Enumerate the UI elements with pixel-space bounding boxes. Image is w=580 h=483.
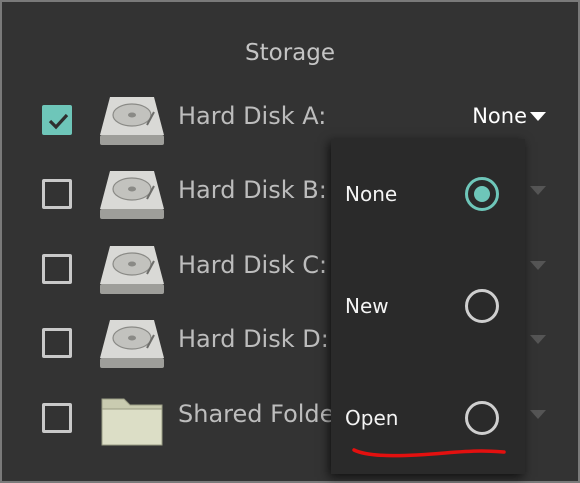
hard-disk-c-label: Hard Disk C: — [178, 251, 328, 279]
dropdown-menu: None New Open — [331, 139, 525, 474]
hard-disk-icon — [100, 171, 164, 219]
hard-disk-d-checkbox[interactable] — [42, 328, 72, 358]
folder-icon — [101, 398, 163, 446]
hard-disk-icon — [100, 246, 164, 294]
menu-option-new[interactable]: New — [331, 278, 525, 338]
dropdown-arrow-icon[interactable] — [530, 112, 546, 121]
hard-disk-icon — [100, 320, 164, 368]
option-label: None — [345, 182, 398, 206]
radio-unselected-icon[interactable] — [465, 401, 499, 435]
menu-option-none[interactable]: None — [331, 166, 525, 226]
hard-disk-b-checkbox[interactable] — [42, 179, 72, 209]
hard-disk-d-label: Hard Disk D: — [178, 325, 329, 353]
option-label: Open — [345, 406, 399, 430]
annotation-underline — [352, 448, 506, 458]
shared-folder-checkbox[interactable] — [42, 403, 72, 433]
hard-disk-c-checkbox[interactable] — [42, 254, 72, 284]
hard-disk-icon — [100, 97, 164, 145]
shared-folder-label: Shared Folde — [178, 400, 335, 428]
dropdown-arrow-icon[interactable] — [530, 335, 546, 344]
section-title: Storage — [245, 40, 335, 66]
hard-disk-a-value[interactable]: None — [472, 104, 527, 128]
dropdown-arrow-icon[interactable] — [530, 410, 546, 419]
dropdown-arrow-icon[interactable] — [530, 261, 546, 270]
checkmark-icon — [48, 113, 69, 130]
hard-disk-b-label: Hard Disk B: — [178, 176, 327, 204]
hard-disk-a-label: Hard Disk A: — [178, 102, 327, 130]
hard-disk-a-checkbox[interactable] — [42, 105, 72, 135]
option-label: New — [345, 294, 389, 318]
radio-unselected-icon[interactable] — [465, 289, 499, 323]
radio-selected-icon[interactable] — [465, 177, 499, 211]
dropdown-arrow-icon[interactable] — [530, 186, 546, 195]
